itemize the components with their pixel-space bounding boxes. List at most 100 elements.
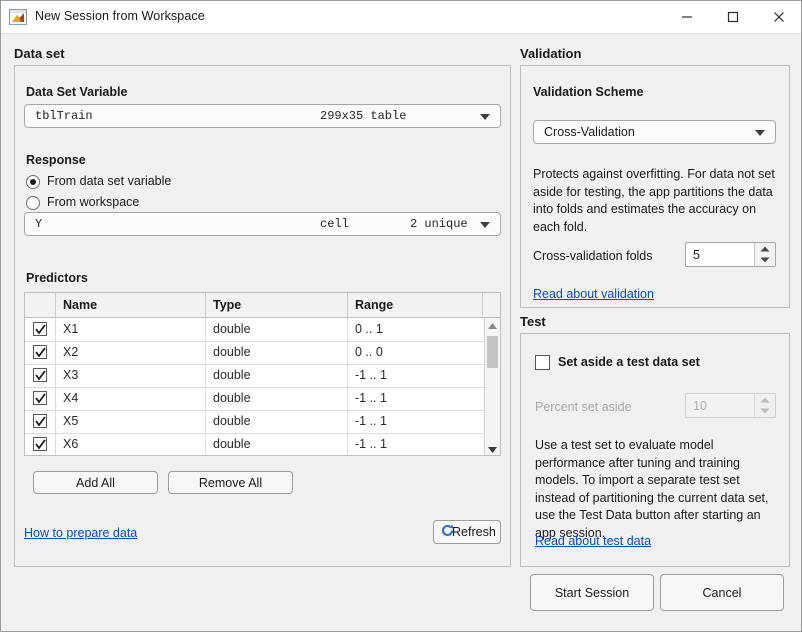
spinner-down-icon	[755, 406, 775, 418]
scroll-down-arrow-icon[interactable]	[485, 442, 500, 456]
data-set-panel: Data Set Variable tblTrain 299x35 table …	[14, 65, 511, 567]
row-type: double	[206, 387, 348, 410]
percent-value: 10	[693, 399, 707, 413]
th-checkbox	[25, 293, 56, 317]
start-session-label: Start Session	[531, 586, 653, 600]
title-bar: New Session from Workspace	[1, 1, 802, 34]
start-session-button[interactable]: Start Session	[530, 574, 654, 611]
data-set-variable-name: tblTrain	[35, 109, 93, 123]
radio-label: From workspace	[47, 195, 139, 209]
validation-description: Protects against overfitting. For data n…	[533, 166, 779, 236]
table-row[interactable]: X6 double -1 .. 1	[25, 433, 500, 456]
th-range: Range	[348, 293, 482, 317]
how-to-prepare-data-link[interactable]: How to prepare data	[24, 526, 137, 540]
response-variable-combo[interactable]: Y cell 2 unique	[24, 212, 501, 236]
validation-section-title: Validation	[520, 46, 581, 61]
remove-all-label: Remove All	[169, 476, 292, 490]
row-range: -1 .. 1	[348, 433, 485, 456]
row-name: X3	[56, 364, 206, 387]
response-variable-name: Y	[35, 217, 42, 231]
th-name: Name	[56, 293, 206, 317]
table-row[interactable]: X4 double -1 .. 1	[25, 387, 500, 411]
table-row[interactable]: X2 double 0 .. 0	[25, 341, 500, 365]
chevron-down-icon	[480, 222, 490, 228]
test-section-title: Test	[520, 314, 546, 329]
percent-set-aside-label: Percent set aside	[535, 400, 632, 414]
new-session-dialog: New Session from Workspace Data set Data…	[0, 0, 802, 632]
checkbox-checked-icon[interactable]	[33, 391, 47, 405]
row-type: double	[206, 410, 348, 433]
row-range: -1 .. 1	[348, 387, 485, 410]
row-checkbox-cell[interactable]	[25, 387, 56, 410]
predictors-table[interactable]: Name Type Range X1 double 0 .. 1	[24, 292, 501, 456]
row-name: X1	[56, 318, 206, 341]
row-checkbox-cell[interactable]	[25, 364, 56, 387]
predictors-label: Predictors	[26, 271, 88, 285]
row-range: -1 .. 1	[348, 364, 485, 387]
checkbox-checked-icon[interactable]	[33, 345, 47, 359]
validation-scheme-combo[interactable]: Cross-Validation	[533, 120, 776, 144]
row-checkbox-cell[interactable]	[25, 433, 56, 456]
close-button[interactable]	[756, 1, 802, 33]
refresh-label: Refresh	[452, 525, 494, 539]
row-checkbox-cell[interactable]	[25, 410, 56, 433]
spinner-down-icon[interactable]	[755, 255, 775, 267]
row-range: 0 .. 1	[348, 318, 485, 341]
radio-label: From data set variable	[47, 174, 171, 188]
minimize-button[interactable]	[664, 1, 710, 33]
checkbox-checked-icon[interactable]	[33, 414, 47, 428]
scrollbar-thumb[interactable]	[487, 336, 498, 368]
row-type: double	[206, 318, 348, 341]
data-set-variable-combo[interactable]: tblTrain 299x35 table	[24, 104, 501, 128]
table-vertical-scrollbar[interactable]	[484, 318, 500, 456]
row-name: X5	[56, 410, 206, 433]
row-type: double	[206, 341, 348, 364]
spinner-up-icon[interactable]	[755, 243, 775, 255]
row-range: -1 .. 1	[348, 410, 485, 433]
folds-value: 5	[693, 248, 700, 262]
radio-indicator	[26, 196, 40, 210]
validation-scheme-value: Cross-Validation	[544, 125, 635, 139]
row-checkbox-cell[interactable]	[25, 341, 56, 364]
read-about-test-data-link[interactable]: Read about test data	[535, 534, 651, 548]
th-type: Type	[206, 293, 348, 317]
set-aside-test-data-checkbox[interactable]	[535, 355, 550, 370]
cancel-label: Cancel	[661, 586, 783, 600]
scroll-up-arrow-icon[interactable]	[485, 318, 500, 333]
refresh-button[interactable]: Refresh	[433, 520, 501, 544]
validation-scheme-label: Validation Scheme	[533, 85, 643, 99]
spinner-buttons[interactable]	[754, 243, 775, 266]
test-panel: Set aside a test data set Percent set as…	[520, 333, 790, 567]
response-variable-detail: 2 unique	[410, 217, 468, 231]
row-type: double	[206, 433, 348, 456]
row-type: double	[206, 364, 348, 387]
table-row[interactable]: X1 double 0 .. 1	[25, 318, 500, 342]
checkbox-checked-icon[interactable]	[33, 322, 47, 336]
cross-validation-folds-spinner[interactable]: 5	[685, 242, 776, 267]
th-spacer	[482, 293, 500, 317]
response-variable-type: cell	[320, 217, 349, 231]
row-range: 0 .. 0	[348, 341, 485, 364]
window-title: New Session from Workspace	[35, 9, 205, 23]
validation-panel: Validation Scheme Cross-Validation Prote…	[520, 65, 790, 308]
table-row[interactable]: X5 double -1 .. 1	[25, 410, 500, 434]
remove-all-button[interactable]: Remove All	[168, 471, 293, 494]
data-set-variable-size: 299x35 table	[320, 109, 406, 123]
checkbox-checked-icon[interactable]	[33, 437, 47, 451]
spinner-buttons	[754, 394, 775, 417]
read-about-validation-link[interactable]: Read about validation	[533, 287, 654, 301]
data-set-section-title: Data set	[14, 46, 65, 61]
row-checkbox-cell[interactable]	[25, 318, 56, 341]
data-set-variable-label: Data Set Variable	[26, 85, 127, 99]
table-row[interactable]: X3 double -1 .. 1	[25, 364, 500, 388]
table-header-row: Name Type Range	[25, 293, 500, 318]
chevron-down-icon	[755, 130, 765, 136]
set-aside-test-data-label: Set aside a test data set	[558, 355, 700, 369]
add-all-label: Add All	[34, 476, 157, 490]
maximize-button[interactable]	[710, 1, 756, 33]
add-all-button[interactable]: Add All	[33, 471, 158, 494]
checkbox-checked-icon[interactable]	[33, 368, 47, 382]
cancel-button[interactable]: Cancel	[660, 574, 784, 611]
percent-set-aside-spinner: 10	[685, 393, 776, 418]
spinner-up-icon	[755, 394, 775, 406]
